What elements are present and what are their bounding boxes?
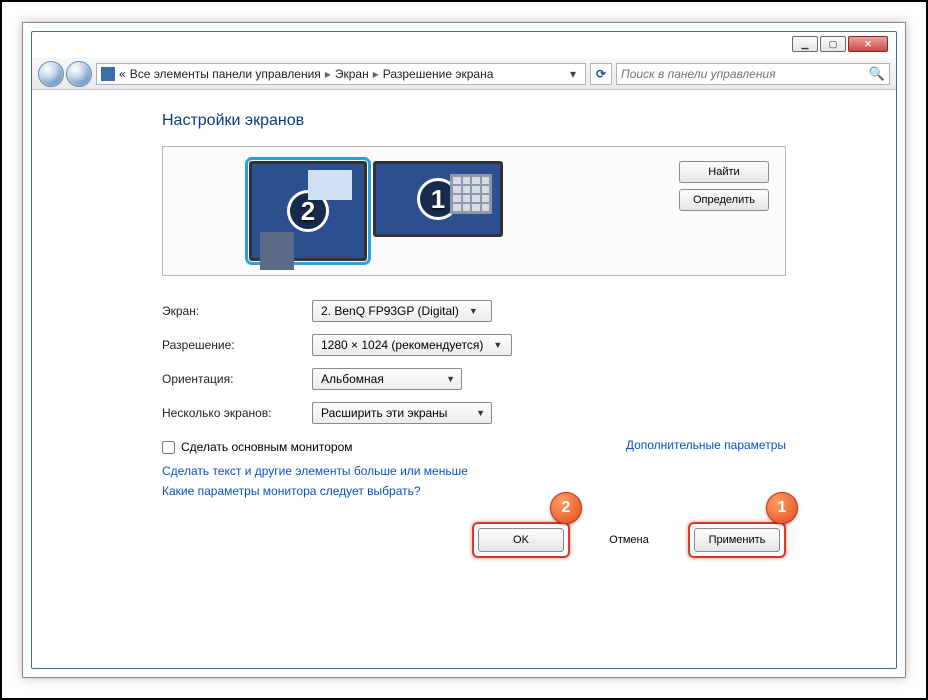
dialog-button-bar: 2 OK Отмена 1 Применить (162, 522, 786, 558)
callout-frame-ok: OK (472, 522, 570, 558)
orientation-dropdown[interactable]: Альбомная ▼ (312, 368, 462, 390)
multi-display-dropdown[interactable]: Расширить эти экраны ▼ (312, 402, 492, 424)
page-title: Настройки экранов (162, 112, 786, 130)
callout-frame-apply: Применить (688, 522, 786, 558)
monitor-2-decoration (308, 170, 352, 200)
callout-badge-1: 1 (766, 492, 798, 524)
monitor-1-decoration (450, 174, 492, 214)
apply-button[interactable]: Применить (694, 528, 780, 552)
search-box[interactable]: 🔍 (616, 63, 890, 85)
breadcrumb-3[interactable]: Разрешение экрана (383, 67, 494, 81)
ok-button[interactable]: OK (478, 528, 564, 552)
resolution-label: Разрешение: (162, 338, 312, 352)
chevron-down-icon: ▼ (469, 306, 478, 316)
orientation-label: Ориентация: (162, 372, 312, 386)
screen-dropdown[interactable]: 2. BenQ FP93GP (Digital) ▼ (312, 300, 492, 322)
minimize-button[interactable]: ▁ (792, 36, 818, 52)
multi-display-value: Расширить эти экраны (321, 406, 447, 420)
breadcrumb-sep-icon: ▸ (325, 67, 331, 81)
address-bar[interactable]: « Все элементы панели управления ▸ Экран… (96, 63, 586, 85)
screen-value: 2. BenQ FP93GP (Digital) (321, 304, 459, 318)
breadcrumb-1[interactable]: Все элементы панели управления (130, 67, 321, 81)
monitor-2-decoration (260, 232, 294, 270)
monitor-1-thumb[interactable]: 1 (373, 161, 503, 237)
breadcrumb-2[interactable]: Экран (335, 67, 369, 81)
breadcrumb-sep-icon: ▸ (373, 67, 379, 81)
nav-forward-button[interactable] (66, 61, 92, 87)
chevron-down-icon: ▼ (446, 374, 455, 384)
text-size-link[interactable]: Сделать текст и другие элементы больше и… (162, 464, 786, 478)
advanced-settings-link[interactable]: Дополнительные параметры (626, 438, 786, 452)
screen-label: Экран: (162, 304, 312, 318)
find-button[interactable]: Найти (679, 161, 769, 183)
breadcrumb-prefix: « (119, 67, 126, 81)
make-primary-label: Сделать основным монитором (181, 440, 353, 454)
chevron-down-icon: ▼ (493, 340, 502, 350)
search-icon[interactable]: 🔍 (869, 66, 885, 82)
address-dropdown-icon[interactable]: ▾ (565, 67, 581, 81)
monitor-2-thumb[interactable]: 2 (249, 161, 367, 261)
orientation-value: Альбомная (321, 372, 384, 386)
detect-button[interactable]: Определить (679, 189, 769, 211)
chevron-down-icon: ▼ (476, 408, 485, 418)
refresh-button[interactable]: ⟳ (590, 63, 612, 85)
resolution-value: 1280 × 1024 (рекомендуется) (321, 338, 483, 352)
maximize-button[interactable]: ▢ (820, 36, 846, 52)
make-primary-checkbox[interactable]: Сделать основным монитором (162, 440, 353, 454)
close-button[interactable]: ✕ (848, 36, 888, 52)
search-input[interactable] (621, 67, 869, 81)
window-caption-controls: ▁ ▢ ✕ (792, 36, 888, 52)
nav-back-button[interactable] (38, 61, 64, 87)
resolution-dropdown[interactable]: 1280 × 1024 (рекомендуется) ▼ (312, 334, 512, 356)
display-arrangement-preview[interactable]: 2 1 Найти Определить (162, 146, 786, 276)
monitor-help-link[interactable]: Какие параметры монитора следует выбрать… (162, 484, 786, 498)
multi-display-label: Несколько экранов: (162, 406, 312, 420)
cancel-button[interactable]: Отмена (586, 528, 672, 552)
make-primary-input[interactable] (162, 441, 175, 454)
navigation-bar: « Все элементы панели управления ▸ Экран… (32, 58, 896, 90)
control-panel-icon (101, 67, 115, 81)
callout-badge-2: 2 (550, 492, 582, 524)
